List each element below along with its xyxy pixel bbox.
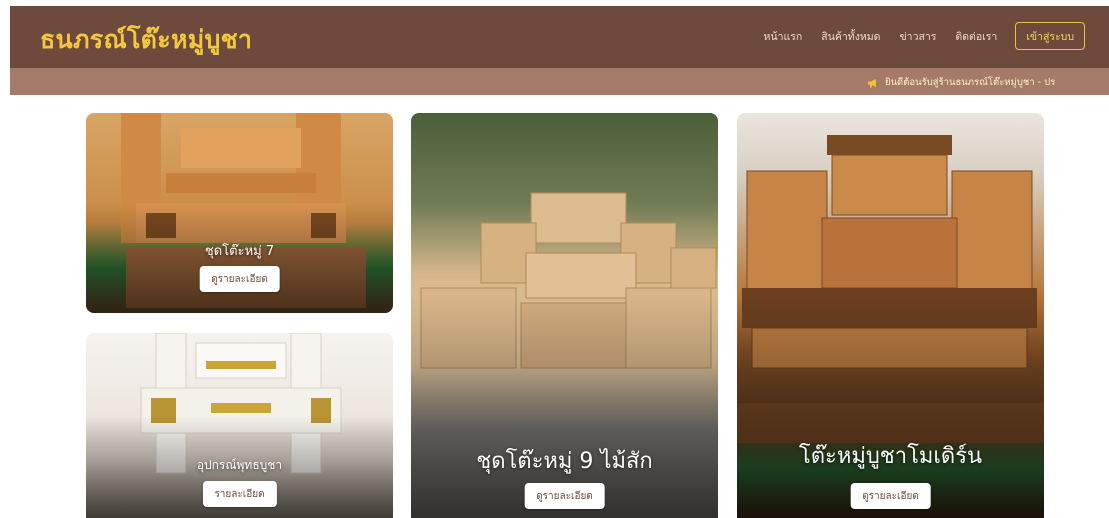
megaphone-icon [868, 78, 876, 87]
nav-all-products[interactable]: สินค้าทั้งหมด [821, 28, 880, 45]
view-details-button[interactable]: ดูรายละเอียด [524, 483, 605, 509]
main-nav: หน้าแรก สินค้าทั้งหมด ข่าวสาร ติดต่อเรา … [745, 22, 1085, 50]
product-title: อุปกรณ์พุทธบูชา [196, 458, 283, 472]
ticker-text: ยินดีต้อนรับสู่ร้านธนภรณ์โต๊ะหมู่บูชา - … [885, 77, 1056, 88]
product-title: ชุดโต๊ะหมู่ 7 [204, 244, 275, 259]
view-details-button[interactable]: ดูรายละเอียด [850, 483, 931, 509]
nav-news[interactable]: ข่าวสาร [900, 28, 937, 45]
product-card-worship-items[interactable]: อุปกรณ์พุทธบูชา รายละเอียด [86, 333, 393, 518]
nav-home[interactable]: หน้าแรก [764, 28, 803, 45]
product-title: ชุดโต๊ะหมู่ 9 ไม้สัก [476, 449, 653, 474]
ticker-content: ยินดีต้อนรับสู่ร้านธนภรณ์โต๊ะหมู่บูชา - … [867, 75, 1055, 90]
product-title: โต๊ะหมู่บูชาโมเดิร์น [798, 444, 983, 469]
site-brand-logo[interactable]: ธนภรณ์โต๊ะหมู่บูชา [40, 20, 252, 60]
view-details-button[interactable]: ดูรายละเอียด [199, 266, 280, 292]
top-navbar: ธนภรณ์โต๊ะหมู่บูชา หน้าแรก สินค้าทั้งหมด… [10, 6, 1109, 68]
login-button[interactable]: เข้าสู่ระบบ [1015, 22, 1085, 50]
nav-contact[interactable]: ติดต่อเรา [955, 28, 997, 45]
announcement-ticker: ยินดีต้อนรับสู่ร้านธนภรณ์โต๊ะหมู่บูชา - … [10, 68, 1109, 95]
product-card-teak-table-set-9[interactable]: ชุดโต๊ะหมู่ 9 ไม้สัก ดูรายละเอียด [411, 113, 718, 518]
product-card-table-set-7[interactable]: ชุดโต๊ะหมู่ 7 ดูรายละเอียด [86, 113, 393, 313]
view-details-button[interactable]: รายละเอียด [202, 481, 277, 507]
product-card-modern-altar[interactable]: โต๊ะหมู่บูชาโมเดิร์น ดูรายละเอียด [737, 113, 1044, 518]
